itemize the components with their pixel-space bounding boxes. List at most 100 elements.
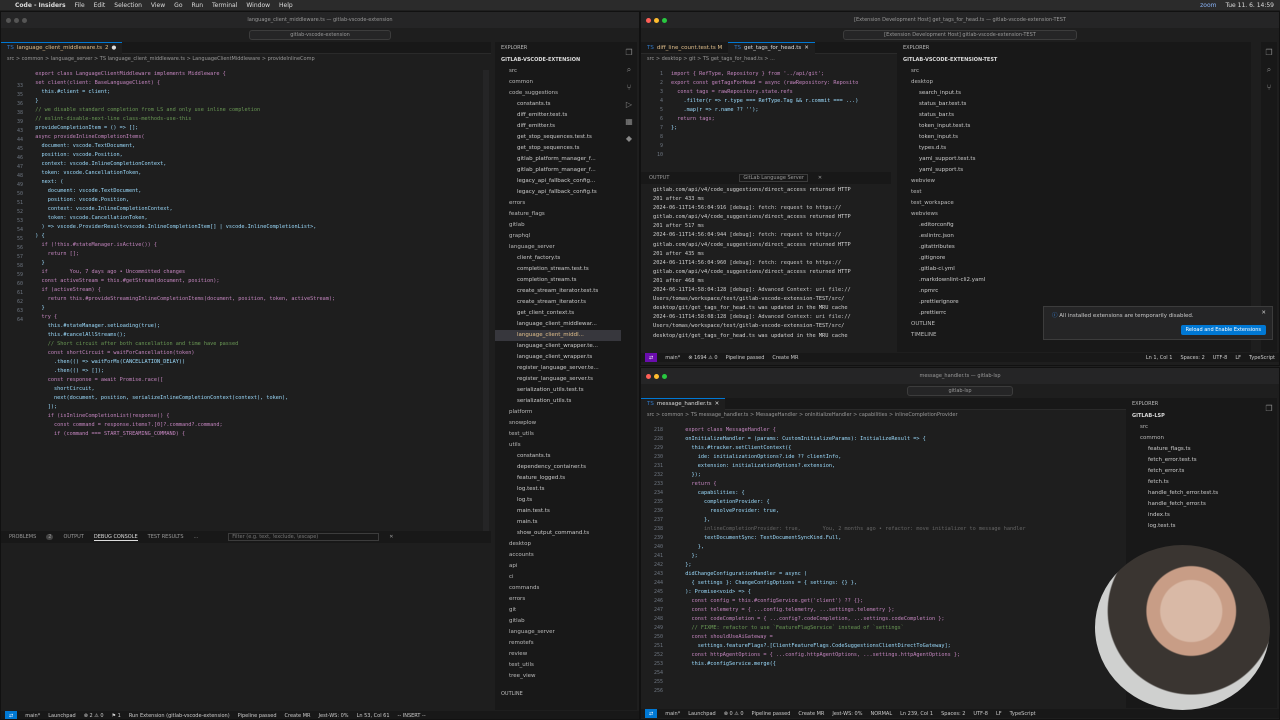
rt-breadcrumb[interactable]: src > desktop > git > TS get_tags_for_he… <box>641 54 891 64</box>
tree-item[interactable]: src <box>897 66 1251 77</box>
tree-item[interactable]: gitlab <box>495 220 621 231</box>
tree-item[interactable]: common <box>495 77 621 88</box>
tree-item[interactable]: .gitlab-ci.yml <box>897 264 1251 275</box>
tree-item[interactable]: main.test.ts <box>495 506 621 517</box>
pipeline-indicator[interactable]: Pipeline passed <box>238 713 277 719</box>
tree-item[interactable]: dependency_container.ts <box>495 462 621 473</box>
tree-item[interactable]: search_input.ts <box>897 88 1251 99</box>
rb-remote-indicator[interactable]: ⇄ <box>645 709 658 718</box>
rb-command-center[interactable]: gitlab-lsp <box>641 384 1279 398</box>
rb-breadcrumb[interactable]: src > common > TS message_handler.ts > M… <box>641 410 1126 420</box>
tree-item[interactable]: handle_fetch_error.test.ts <box>1126 488 1261 499</box>
rt-spaces[interactable]: Spaces: 2 <box>1180 355 1204 361</box>
tree-item[interactable]: register_language_server.te... <box>495 363 621 374</box>
tree-item[interactable]: .npmrc <box>897 286 1251 297</box>
tree-item[interactable]: legacy_api_fallback_config.ts <box>495 187 621 198</box>
tree-item[interactable]: completion_stream.test.ts <box>495 264 621 275</box>
rb-cursor[interactable]: Ln 239, Col 1 <box>900 711 933 717</box>
left-explorer-root[interactable]: GITLAB-VSCODE-EXTENSION <box>495 54 621 66</box>
source-control-icon[interactable]: ⑂ <box>627 83 632 92</box>
tree-item[interactable]: snowplow <box>495 418 621 429</box>
rb-branch[interactable]: main* <box>665 711 680 717</box>
gitlab-icon[interactable]: ◆ <box>626 134 632 143</box>
problems-indicator[interactable]: ⊗ 2 ⚠ 0 <box>84 713 104 719</box>
tab-language-client-middleware[interactable]: TS language_client_middleware.ts 2 ● <box>1 41 123 54</box>
run-debug-icon[interactable]: ▷ <box>626 100 632 109</box>
rt-output-log[interactable]: gitlab.com/api/v4/code_suggestions/direc… <box>653 186 893 351</box>
rb-pipeline[interactable]: Pipeline passed <box>752 711 791 717</box>
tree-item[interactable]: gitlab <box>495 616 621 627</box>
tree-item[interactable]: types.d.ts <box>897 143 1251 154</box>
tree-item[interactable]: language_client_wrapper.te... <box>495 341 621 352</box>
menu-help[interactable]: Help <box>279 2 293 9</box>
menu-run[interactable]: Run <box>192 2 204 9</box>
tree-item[interactable]: fetch_error.test.ts <box>1126 455 1261 466</box>
tree-item[interactable]: status_bar.test.ts <box>897 99 1251 110</box>
rb-launchpad[interactable]: Launchpad <box>688 711 716 717</box>
tree-item[interactable]: create_stream_iterator.test.ts <box>495 286 621 297</box>
tree-item[interactable]: constants.ts <box>495 451 621 462</box>
rb-language[interactable]: TypeScript <box>1010 711 1036 717</box>
launchpad-indicator[interactable]: Launchpad <box>48 713 76 719</box>
tree-item[interactable]: serialization_utils.test.ts <box>495 385 621 396</box>
menu-window[interactable]: Window <box>246 2 270 9</box>
left-search-box[interactable]: gitlab-vscode-extension <box>249 30 391 40</box>
tree-item[interactable]: language_server <box>495 627 621 638</box>
tree-item[interactable]: errors <box>495 594 621 605</box>
tree-item[interactable]: get_stop_sequences.ts <box>495 143 621 154</box>
tree-item[interactable]: utils <box>495 440 621 451</box>
rt-create-mr[interactable]: Create MR <box>772 355 798 361</box>
rt-search-icon[interactable]: ⌕ <box>1267 65 1271 75</box>
tree-item[interactable]: errors <box>495 198 621 209</box>
rb-search-box[interactable]: gitlab-lsp <box>907 386 1013 396</box>
explorer-icon[interactable]: ❐ <box>625 48 632 57</box>
menu-edit[interactable]: Edit <box>94 2 106 9</box>
output-channel-select[interactable]: GitLab Language Server <box>739 174 808 182</box>
tree-item[interactable]: language_server <box>495 242 621 253</box>
port-indicator[interactable]: ⚑ 1 <box>112 713 121 719</box>
tree-item[interactable]: test_utils <box>495 429 621 440</box>
tree-item[interactable]: yaml_support.test.ts <box>897 154 1251 165</box>
tree-item[interactable]: log.test.ts <box>1126 521 1261 532</box>
tab-problems[interactable]: PROBLEMS <box>9 534 36 540</box>
rt-explorer-root[interactable]: GITLAB-VSCODE-EXTENSION-TEST <box>897 54 1251 66</box>
tree-item[interactable]: ci <box>495 572 621 583</box>
tree-item[interactable]: platform <box>495 407 621 418</box>
tree-item[interactable]: log.ts <box>495 495 621 506</box>
tree-item[interactable]: webview <box>897 176 1251 187</box>
tree-item[interactable]: client_factory.ts <box>495 253 621 264</box>
tree-item[interactable]: get_client_context.ts <box>495 308 621 319</box>
tree-item[interactable]: common <box>1126 433 1261 444</box>
rb-eol[interactable]: LF <box>996 711 1002 717</box>
tree-item[interactable]: completion_stream.ts <box>495 275 621 286</box>
tab-output[interactable]: OUTPUT <box>63 534 83 540</box>
tree-item[interactable]: handle_fetch_error.ts <box>1126 499 1261 510</box>
tree-item[interactable]: token_input.test.ts <box>897 121 1251 132</box>
search-icon[interactable]: ⌕ <box>627 65 631 75</box>
rt-pipeline[interactable]: Pipeline passed <box>726 355 765 361</box>
tree-item[interactable]: webviews <box>897 209 1251 220</box>
tab-test-results[interactable]: TEST RESULTS <box>148 534 184 540</box>
menu-selection[interactable]: Selection <box>114 2 142 9</box>
tree-item[interactable]: .eslintrc.json <box>897 231 1251 242</box>
panel-more-icon[interactable]: ... <box>194 534 199 540</box>
tree-item[interactable]: legacy_api_fallback_config... <box>495 176 621 187</box>
menu-go[interactable]: Go <box>174 2 182 9</box>
rt-close-panel-icon[interactable]: ✕ <box>818 175 822 181</box>
rt-command-center[interactable]: [Extension Development Host] gitlab-vsco… <box>641 28 1279 42</box>
tree-item[interactable]: code_suggestions <box>495 88 621 99</box>
tree-item[interactable]: fetch.ts <box>1126 477 1261 488</box>
tree-item[interactable]: serialization_utils.ts <box>495 396 621 407</box>
rt-source-control-icon[interactable]: ⑂ <box>1267 83 1272 92</box>
tree-item[interactable]: git <box>495 605 621 616</box>
extensions-icon[interactable]: ▦ <box>625 117 633 126</box>
tree-item[interactable]: review <box>495 649 621 660</box>
tree-item[interactable]: show_output_command.ts <box>495 528 621 539</box>
tree-item[interactable]: test_workspace <box>897 198 1251 209</box>
tree-item[interactable]: token_input.ts <box>897 132 1251 143</box>
menu-view[interactable]: View <box>151 2 165 9</box>
tree-item[interactable]: test_utils <box>495 660 621 671</box>
tab-get-tags-for-head[interactable]: TS get_tags_for_head.ts ✕ <box>728 41 815 54</box>
tree-item[interactable]: src <box>1126 422 1261 433</box>
tree-item[interactable]: api <box>495 561 621 572</box>
